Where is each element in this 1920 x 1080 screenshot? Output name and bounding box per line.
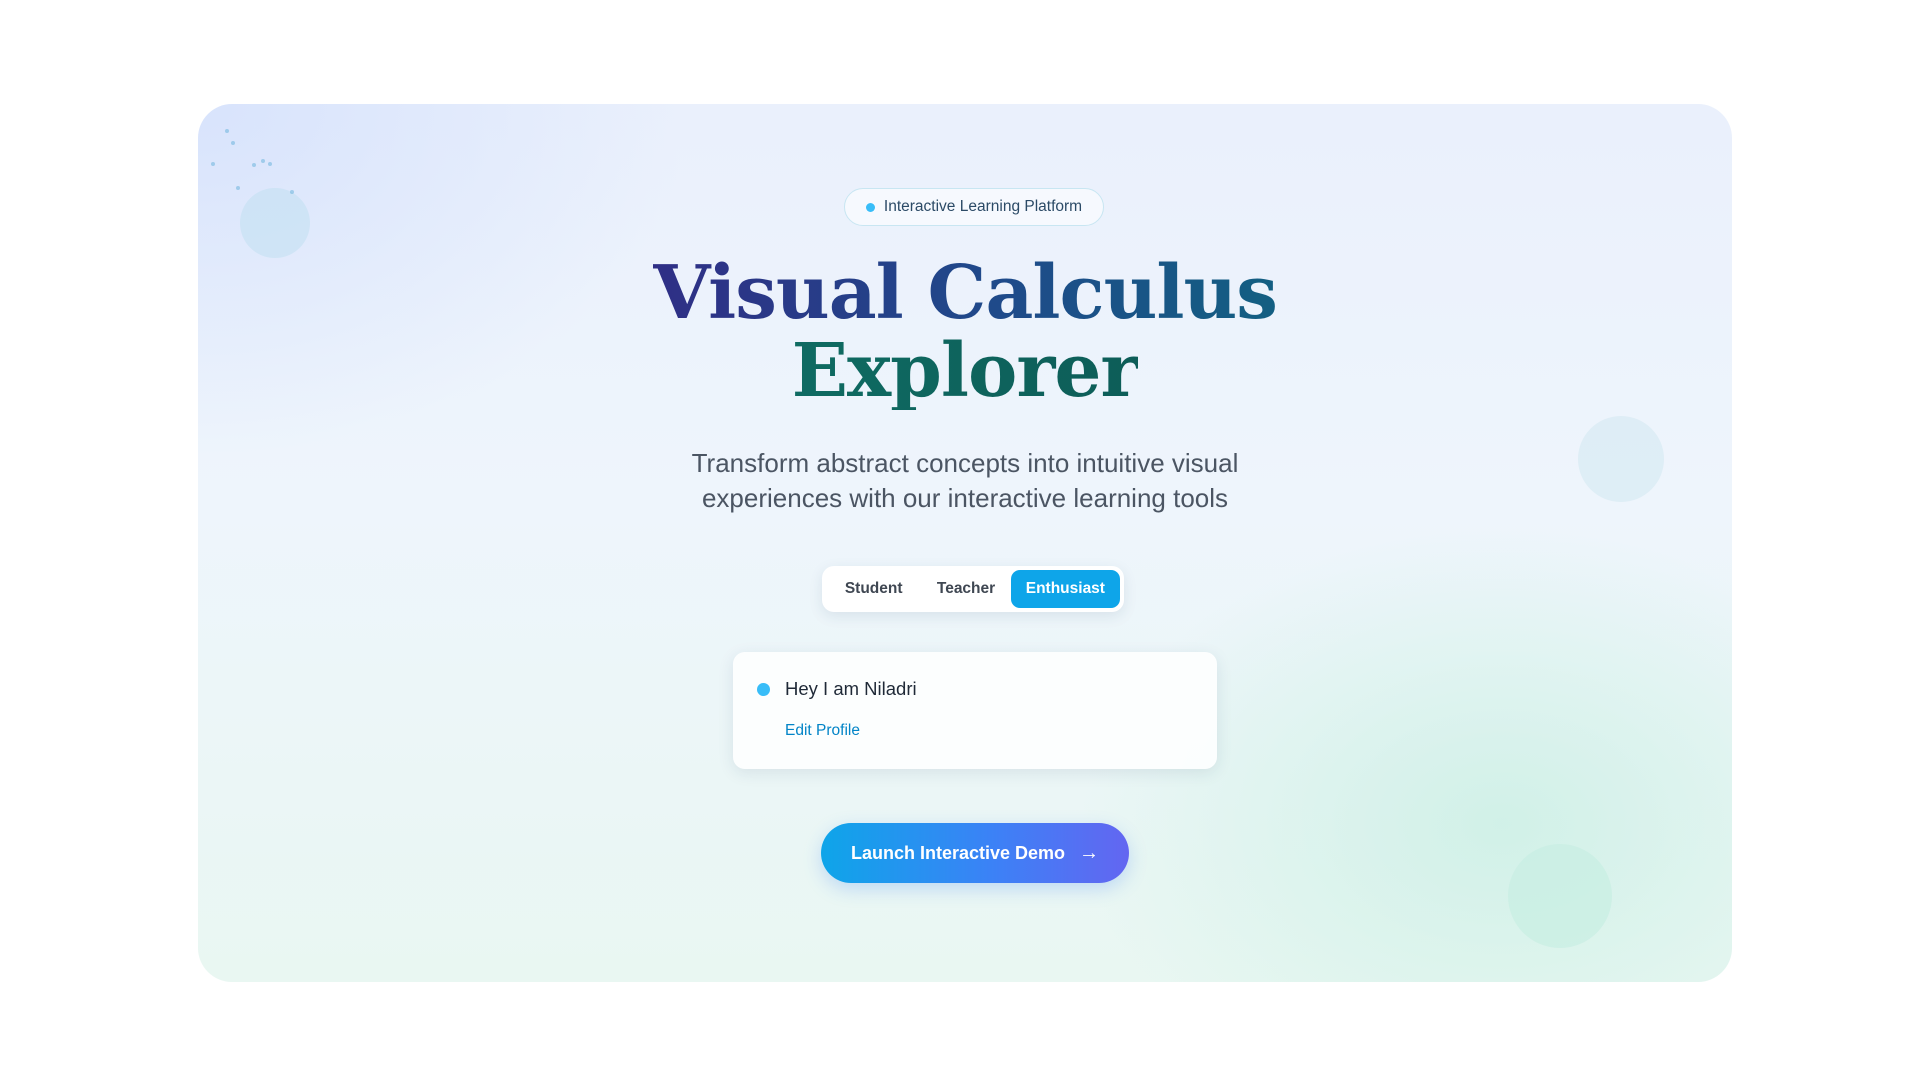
role-option-enthusiast[interactable]: Enthusiast (1010, 570, 1120, 608)
hero-card: Interactive Learning Platform Visual Cal… (198, 104, 1732, 982)
launch-demo-button[interactable]: Launch Interactive Demo → (821, 823, 1129, 883)
profile-card: Hey I am Niladri Edit Profile (733, 652, 1217, 769)
decorative-particle (268, 162, 272, 166)
role-selector: Student Teacher Enthusiast (822, 566, 1124, 612)
platform-badge: Interactive Learning Platform (844, 188, 1104, 226)
page-title: Visual Calculus Explorer (198, 254, 1732, 410)
decorative-particle (261, 159, 265, 163)
decorative-particle (290, 190, 294, 194)
online-status-icon (757, 683, 770, 696)
profile-greeting: Hey I am Niladri (785, 678, 917, 699)
decorative-particle (231, 141, 235, 145)
arrow-right-icon: → (1079, 841, 1100, 864)
subtitle-line-2: experiences with our interactive learnin… (701, 483, 1229, 513)
subtitle-line-1: Transform abstract concepts into intuiti… (691, 448, 1239, 478)
decorative-particle (211, 162, 215, 166)
decorative-particle (225, 129, 229, 133)
page-subtitle: Transform abstract concepts into intuiti… (665, 446, 1265, 516)
decorative-bubble (1578, 416, 1664, 502)
role-option-student[interactable]: Student (826, 570, 921, 608)
title-line-2: Explorer (791, 328, 1140, 414)
badge-label: Interactive Learning Platform (883, 198, 1083, 215)
edit-profile-link[interactable]: Edit Profile (785, 722, 860, 740)
launch-demo-label: Launch Interactive Demo (850, 842, 1066, 863)
decorative-particle (236, 186, 240, 190)
decorative-bubble (1508, 844, 1612, 948)
role-option-teacher[interactable]: Teacher (921, 570, 1010, 608)
title-line-1: Visual Calculus (653, 250, 1278, 336)
decorative-bubble (240, 188, 310, 258)
status-dot-icon (865, 202, 875, 212)
decorative-particle (252, 163, 256, 167)
